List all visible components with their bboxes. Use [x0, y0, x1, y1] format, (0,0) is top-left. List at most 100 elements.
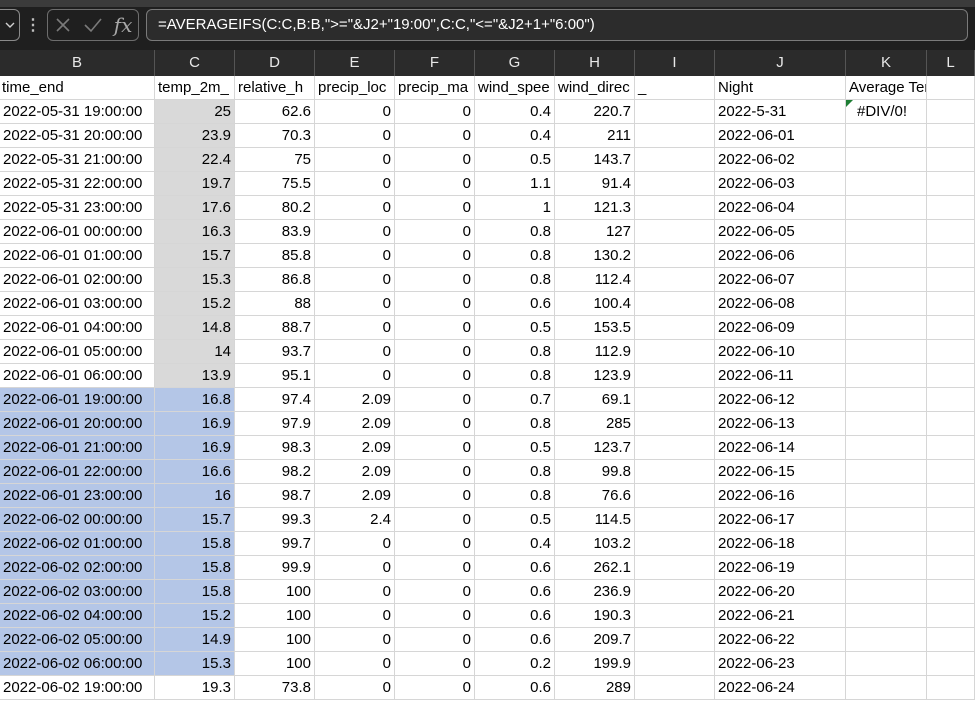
cell-g[interactable]: 0.8 — [475, 364, 555, 388]
cell-g[interactable]: 0.8 — [475, 340, 555, 364]
cell-e[interactable]: 0 — [315, 556, 395, 580]
cell-i[interactable] — [635, 364, 715, 388]
cell-j[interactable]: 2022-06-23 — [715, 652, 846, 676]
cell-l[interactable] — [927, 388, 975, 412]
cell-c[interactable]: 17.6 — [155, 196, 235, 220]
cell-g[interactable]: 0.4 — [475, 532, 555, 556]
header-cell-c[interactable]: temp_2m_ — [155, 76, 235, 100]
header-cell-f[interactable]: precip_ma — [395, 76, 475, 100]
header-cell-l[interactable] — [927, 76, 975, 100]
cell-k[interactable] — [846, 124, 927, 148]
cell-h[interactable]: 76.6 — [555, 484, 635, 508]
cell-j[interactable]: 2022-06-10 — [715, 340, 846, 364]
cell-i[interactable] — [635, 604, 715, 628]
column-letter-e[interactable]: E — [315, 50, 395, 76]
cell-i[interactable] — [635, 124, 715, 148]
cell-e[interactable]: 0 — [315, 220, 395, 244]
cell-b[interactable]: 2022-06-02 01:00:00 — [0, 532, 155, 556]
cell-l[interactable] — [927, 532, 975, 556]
name-box-dropdown[interactable] — [0, 9, 20, 41]
cell-d[interactable]: 100 — [235, 652, 315, 676]
cell-i[interactable] — [635, 316, 715, 340]
cell-g[interactable]: 0.6 — [475, 556, 555, 580]
cell-f[interactable]: 0 — [395, 412, 475, 436]
cell-b[interactable]: 2022-05-31 19:00:00 — [0, 100, 155, 124]
cell-e[interactable]: 0 — [315, 268, 395, 292]
cell-d[interactable]: 62.6 — [235, 100, 315, 124]
cell-k[interactable] — [846, 364, 927, 388]
cell-j[interactable]: 2022-06-08 — [715, 292, 846, 316]
cell-h[interactable]: 289 — [555, 676, 635, 700]
cell-i[interactable] — [635, 100, 715, 124]
cell-l[interactable] — [927, 484, 975, 508]
cell-b[interactable]: 2022-06-01 20:00:00 — [0, 412, 155, 436]
cell-b[interactable]: 2022-05-31 21:00:00 — [0, 148, 155, 172]
cell-e[interactable]: 0 — [315, 628, 395, 652]
cell-i[interactable] — [635, 676, 715, 700]
cell-c[interactable]: 15.3 — [155, 652, 235, 676]
cell-f[interactable]: 0 — [395, 340, 475, 364]
cell-j[interactable]: 2022-06-14 — [715, 436, 846, 460]
cell-l[interactable] — [927, 172, 975, 196]
cell-h[interactable]: 69.1 — [555, 388, 635, 412]
cell-e[interactable]: 0 — [315, 604, 395, 628]
cell-h[interactable]: 103.2 — [555, 532, 635, 556]
cell-h[interactable]: 285 — [555, 412, 635, 436]
cell-d[interactable]: 70.3 — [235, 124, 315, 148]
cell-k[interactable] — [846, 244, 927, 268]
cell-h[interactable]: 127 — [555, 220, 635, 244]
cell-l[interactable] — [927, 436, 975, 460]
cell-j[interactable]: 2022-06-07 — [715, 268, 846, 292]
cell-i[interactable] — [635, 196, 715, 220]
cell-c[interactable]: 16 — [155, 484, 235, 508]
cell-g[interactable]: 0.6 — [475, 628, 555, 652]
cell-c[interactable]: 15.7 — [155, 508, 235, 532]
cell-i[interactable] — [635, 508, 715, 532]
cell-j[interactable]: 2022-06-12 — [715, 388, 846, 412]
cell-c[interactable]: 16.6 — [155, 460, 235, 484]
cell-b[interactable]: 2022-06-02 05:00:00 — [0, 628, 155, 652]
cell-f[interactable]: 0 — [395, 244, 475, 268]
cell-g[interactable]: 0.4 — [475, 100, 555, 124]
cell-d[interactable]: 99.3 — [235, 508, 315, 532]
cell-f[interactable]: 0 — [395, 676, 475, 700]
cell-j[interactable]: 2022-06-09 — [715, 316, 846, 340]
cell-k[interactable] — [846, 580, 927, 604]
cell-f[interactable]: 0 — [395, 148, 475, 172]
cell-c[interactable]: 14 — [155, 340, 235, 364]
cell-b[interactable]: 2022-05-31 22:00:00 — [0, 172, 155, 196]
cell-j[interactable]: 2022-06-21 — [715, 604, 846, 628]
cell-b[interactable]: 2022-06-02 00:00:00 — [0, 508, 155, 532]
cell-c[interactable]: 16.9 — [155, 412, 235, 436]
cell-h[interactable]: 112.9 — [555, 340, 635, 364]
cell-k[interactable] — [846, 436, 927, 460]
cell-i[interactable] — [635, 580, 715, 604]
cell-h[interactable]: 143.7 — [555, 148, 635, 172]
cell-g[interactable]: 0.5 — [475, 436, 555, 460]
cell-l[interactable] — [927, 556, 975, 580]
cell-b[interactable]: 2022-06-01 03:00:00 — [0, 292, 155, 316]
cell-h[interactable]: 123.9 — [555, 364, 635, 388]
cell-c[interactable]: 15.8 — [155, 580, 235, 604]
cell-g[interactable]: 1 — [475, 196, 555, 220]
cell-i[interactable] — [635, 388, 715, 412]
cell-c[interactable]: 15.3 — [155, 268, 235, 292]
cell-k[interactable] — [846, 508, 927, 532]
cell-i[interactable] — [635, 556, 715, 580]
cell-l[interactable] — [927, 100, 975, 124]
cell-j[interactable]: 2022-06-05 — [715, 220, 846, 244]
cell-d[interactable]: 85.8 — [235, 244, 315, 268]
cell-f[interactable]: 0 — [395, 124, 475, 148]
cell-j[interactable]: 2022-06-02 — [715, 148, 846, 172]
cell-k[interactable] — [846, 292, 927, 316]
cell-l[interactable] — [927, 676, 975, 700]
cell-g[interactable]: 0.6 — [475, 676, 555, 700]
cell-d[interactable]: 98.7 — [235, 484, 315, 508]
column-letter-d[interactable]: D — [235, 50, 315, 76]
column-letter-c[interactable]: C — [155, 50, 235, 76]
cell-k[interactable] — [846, 148, 927, 172]
column-letter-k[interactable]: K — [846, 50, 927, 76]
cell-f[interactable]: 0 — [395, 268, 475, 292]
cell-i[interactable] — [635, 340, 715, 364]
cell-g[interactable]: 0.6 — [475, 604, 555, 628]
